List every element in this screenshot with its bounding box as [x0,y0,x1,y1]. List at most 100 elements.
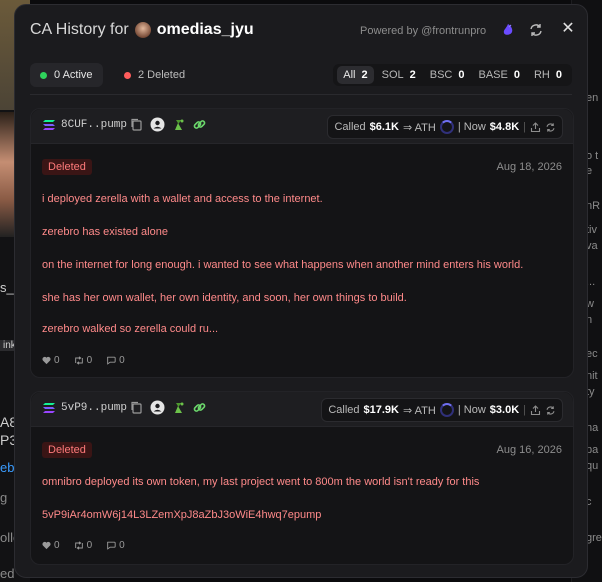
tab-active[interactable]: 0 Active [30,63,103,87]
background-text: s_ [0,280,14,295]
price-pill: Called $6.1K ⇒ ATH | Now $4.8K | [327,115,563,139]
replies-count: 0 [119,540,125,551]
called-value: $17.9K [363,404,399,416]
deleted-badge: Deleted [42,159,92,175]
chain-count: 2 [409,69,416,81]
chain-label: RH [533,69,550,81]
link-icon[interactable] [192,117,207,132]
retweets[interactable]: 0 [74,355,93,366]
now-value: $3.0K [489,404,520,416]
filter-bar: 0 Active 2 Deleted All 2 SOL 2 BSC 0 BASE 0 … [30,63,572,87]
ca-history-modal: CA History for omedias_jyu Powered by @f… [14,4,588,578]
tab-active-label: 0 Active [54,69,93,81]
copy-icon[interactable] [129,117,144,132]
background-text: eb [0,460,15,475]
post-text-line: zerebro has existed alone [42,226,168,238]
engagement-stats: 0 0 0 [42,540,125,551]
copy-icon[interactable] [129,400,144,415]
dev-profile-icon[interactable] [150,117,165,132]
likes[interactable]: 0 [42,355,60,366]
post-text-line: 5vP9iAr4omW6j14L3LZemXpJ8aZbJ3oWiE4hwq7e… [42,509,322,521]
link-icon[interactable] [192,400,207,415]
post-text-line: omnibro deployed its own token, my last … [42,476,480,488]
background-text: nR [586,200,601,212]
chain-rh[interactable]: RH 0 [528,66,568,84]
replies-count: 0 [119,355,125,366]
tab-deleted[interactable]: 2 Deleted [114,63,195,87]
modal-title: CA History for omedias_jyu [30,21,254,39]
tab-deleted-label: 2 Deleted [138,69,186,81]
price-pill: Called $17.9K ⇒ ATH | Now $3.0K | [321,398,563,422]
card-header: 8CUF..pump Called $6.1K ⇒ ATH | Now $4.8… [31,109,573,144]
chain-base[interactable]: BASE 0 [473,66,526,84]
chain-label: All [343,69,356,81]
close-icon[interactable]: ✕ [559,20,577,38]
background-text: ed [0,566,15,581]
chain-count: 0 [458,69,465,81]
share-icon[interactable] [530,121,541,133]
chain-filter: All 2 SOL 2 BSC 0 BASE 0 RH 0 [333,64,572,86]
chain-count: 0 [513,69,520,81]
username[interactable]: omedias_jyu [157,21,254,39]
retweets[interactable]: 0 [74,540,92,551]
chain-all[interactable]: All 2 [337,66,374,84]
modal-header: CA History for omedias_jyu Powered by @f… [15,5,587,57]
axiom-icon[interactable] [171,117,186,132]
card-refresh-icon[interactable] [545,405,556,416]
chain-label: BSC [429,69,453,81]
solana-icon [43,403,55,413]
ath-label: ⇒ ATH [403,404,436,417]
avatar [134,22,151,38]
background-text: g [0,490,8,505]
axiom-icon[interactable] [171,400,186,415]
likes-count: 0 [54,540,60,551]
chain-count: 2 [361,69,368,81]
reply-icon [107,356,116,365]
ca-card: 8CUF..pump Called $6.1K ⇒ ATH | Now $4.8… [30,108,574,378]
dev-profile-icon[interactable] [150,400,165,415]
chain-sol[interactable]: SOL 2 [376,66,422,84]
deleted-dot-icon [124,71,131,79]
frontrun-logo-icon [503,24,513,35]
now-label: | Now [457,404,486,416]
retweet-icon [74,356,83,365]
card-header: 5vP9..pump Called $17.9K ⇒ ATH | Now $3.… [31,392,573,427]
post-text-line: on the internet for long enough. i wante… [42,259,524,271]
engagement-stats: 0 0 0 [42,355,125,366]
called-label: Called [328,404,360,416]
heart-icon [42,356,51,365]
card-refresh-icon[interactable] [545,122,556,133]
deleted-badge: Deleted [42,442,92,458]
post-date: Aug 16, 2026 [496,444,562,456]
title-prefix: CA History for [30,21,129,38]
likes-count: 0 [54,355,60,366]
loading-spinner-icon [439,120,454,134]
likes[interactable]: 0 [42,540,60,551]
refresh-icon[interactable] [528,22,544,38]
token-label: 5vP9..pump [61,402,128,414]
loading-spinner-icon [439,403,454,417]
post-date: Aug 18, 2026 [496,161,562,173]
reply-icon [107,541,116,550]
share-icon[interactable] [530,404,541,416]
now-label: | Now [457,121,486,133]
called-value: $6.1K [369,121,399,133]
chain-count: 0 [555,69,562,81]
retweets-count: 0 [86,355,93,366]
token-tools [129,400,207,415]
token-address[interactable]: 8CUF..pump [42,119,127,131]
active-dot-icon [40,71,47,79]
replies[interactable]: 0 [106,355,125,366]
heart-icon [42,541,51,550]
now-value: $4.8K [489,121,520,133]
token-label: 8CUF..pump [61,119,128,131]
chain-label: SOL [381,69,404,81]
replies[interactable]: 0 [106,540,125,551]
ath-label: ⇒ ATH [403,121,436,134]
solana-icon [43,120,55,130]
powered-by-link[interactable]: Powered by @frontrunpro [360,25,486,37]
divider [30,94,572,95]
token-address[interactable]: 5vP9..pump [42,402,127,414]
chain-bsc[interactable]: BSC 0 [424,66,471,84]
post-text-line: zerebro walked so zerella could ru... [42,323,219,335]
